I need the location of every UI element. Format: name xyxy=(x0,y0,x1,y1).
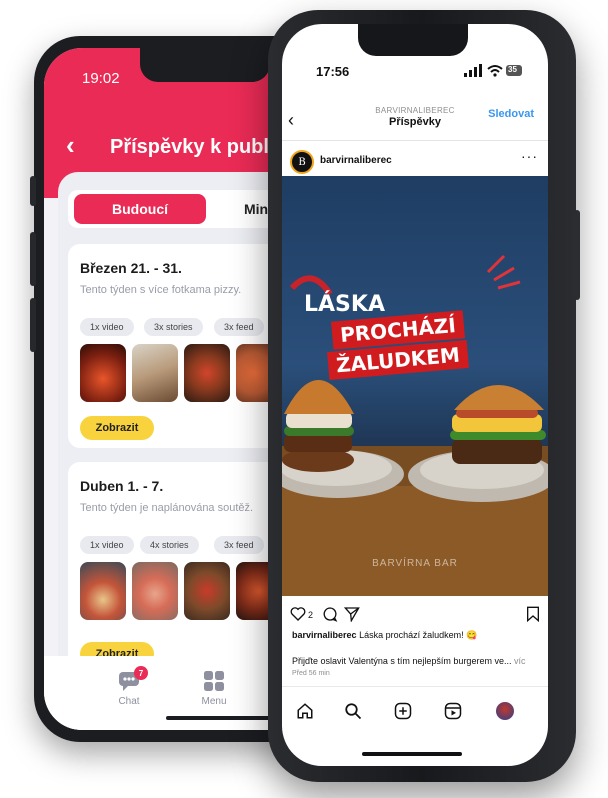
show-button[interactable]: Zobrazit xyxy=(80,416,154,440)
pizza-thumbnail[interactable] xyxy=(184,562,230,620)
status-icons: 35 xyxy=(464,64,524,78)
post-image[interactable]: LÁSKA PROCHÁZÍ ŽALUDKEM BARVÍRNA BAR xyxy=(282,176,548,596)
front-phone-screen: 17:56 35 ‹ BARVIRNALIBEREC Příspěvky Sle… xyxy=(282,24,548,766)
tag-video: 1x video xyxy=(80,318,134,336)
mute-switch xyxy=(30,176,36,206)
status-time: 19:02 xyxy=(82,70,120,87)
volume-up-button xyxy=(30,232,36,286)
caption-text: Láska prochází žaludkem! 😋 xyxy=(359,630,478,640)
share-icon[interactable] xyxy=(344,606,360,622)
tag-stories: 4x stories xyxy=(140,536,199,554)
notch xyxy=(358,24,468,56)
heart-icon[interactable] xyxy=(290,606,306,622)
status-time: 17:56 xyxy=(316,64,350,79)
search-icon[interactable] xyxy=(344,702,362,720)
unread-badge: 7 xyxy=(134,666,148,680)
card-title: Duben 1. - 7. xyxy=(80,478,164,494)
pizza-thumbnail[interactable] xyxy=(132,562,178,620)
avatar[interactable]: B xyxy=(290,150,314,174)
post-caption: barvirnaliberec Láska prochází žaludkem!… xyxy=(292,630,477,641)
back-arrow-icon[interactable]: ‹ xyxy=(66,130,75,161)
battery-level: 35 xyxy=(508,65,517,74)
pizza-box-thumbnail[interactable] xyxy=(132,344,178,402)
bottom-nav xyxy=(282,696,548,726)
headline-line1: LÁSKA xyxy=(304,292,385,317)
reels-icon[interactable] xyxy=(444,702,462,720)
divider xyxy=(282,686,548,687)
segment-past[interactable]: Min xyxy=(244,201,268,217)
more-link[interactable]: víc xyxy=(514,656,526,666)
follow-button[interactable]: Sledovat xyxy=(488,108,534,120)
chat-icon: 7 xyxy=(118,666,148,692)
card-title: Březen 21. - 31. xyxy=(80,260,182,276)
notch xyxy=(140,48,270,82)
grid-icon xyxy=(203,670,225,692)
home-indicator xyxy=(362,752,462,756)
pizza-thumbnail[interactable] xyxy=(80,344,126,402)
segment-upcoming[interactable]: Budoucí xyxy=(74,194,206,224)
divider xyxy=(282,140,548,141)
pizza-thumbnail[interactable] xyxy=(80,562,126,620)
likes-count: 2 xyxy=(308,610,314,620)
thumbnail-row xyxy=(80,344,282,402)
home-icon[interactable] xyxy=(296,702,314,720)
tab-label: Menu xyxy=(201,696,227,707)
tag-stories: 3x stories xyxy=(144,318,203,336)
tag-feed: 3x feed xyxy=(214,318,264,336)
more-options-icon[interactable]: ··· xyxy=(521,148,538,164)
comment-icon[interactable] xyxy=(322,606,338,622)
caption-line2: Přijďte oslavit Valentýna s tím nejlepší… xyxy=(292,656,512,666)
add-icon[interactable] xyxy=(394,702,412,720)
post-timestamp: Před 56 min xyxy=(292,670,330,677)
post-actions: 2 xyxy=(282,600,548,628)
thumbnail-row xyxy=(80,562,282,620)
tab-label: Chat xyxy=(118,696,140,707)
tab-chat[interactable]: 7 Chat xyxy=(112,666,148,707)
post-username[interactable]: barvirnaliberec xyxy=(320,155,392,166)
front-phone: 17:56 35 ‹ BARVIRNALIBEREC Příspěvky Sle… xyxy=(268,10,580,782)
card-subtitle: Tento týden s více fotkama pizzy. xyxy=(80,284,242,296)
tab-menu[interactable]: Menu xyxy=(194,670,234,707)
caption-description: Přijďte oslavit Valentýna s tím nejlepší… xyxy=(292,656,526,666)
pizza-thumbnail[interactable] xyxy=(184,344,230,402)
card-subtitle: Tento týden je naplánována soutěž. xyxy=(80,502,254,514)
bookmark-icon[interactable] xyxy=(526,606,540,622)
tag-video: 1x video xyxy=(80,536,134,554)
image-watermark: BARVÍRNA BAR xyxy=(372,558,458,569)
profile-icon[interactable] xyxy=(496,702,514,720)
caption-username[interactable]: barvirnaliberec xyxy=(292,630,357,640)
tag-feed: 3x feed xyxy=(214,536,264,554)
volume-down-button xyxy=(30,298,36,352)
side-button xyxy=(574,210,580,300)
